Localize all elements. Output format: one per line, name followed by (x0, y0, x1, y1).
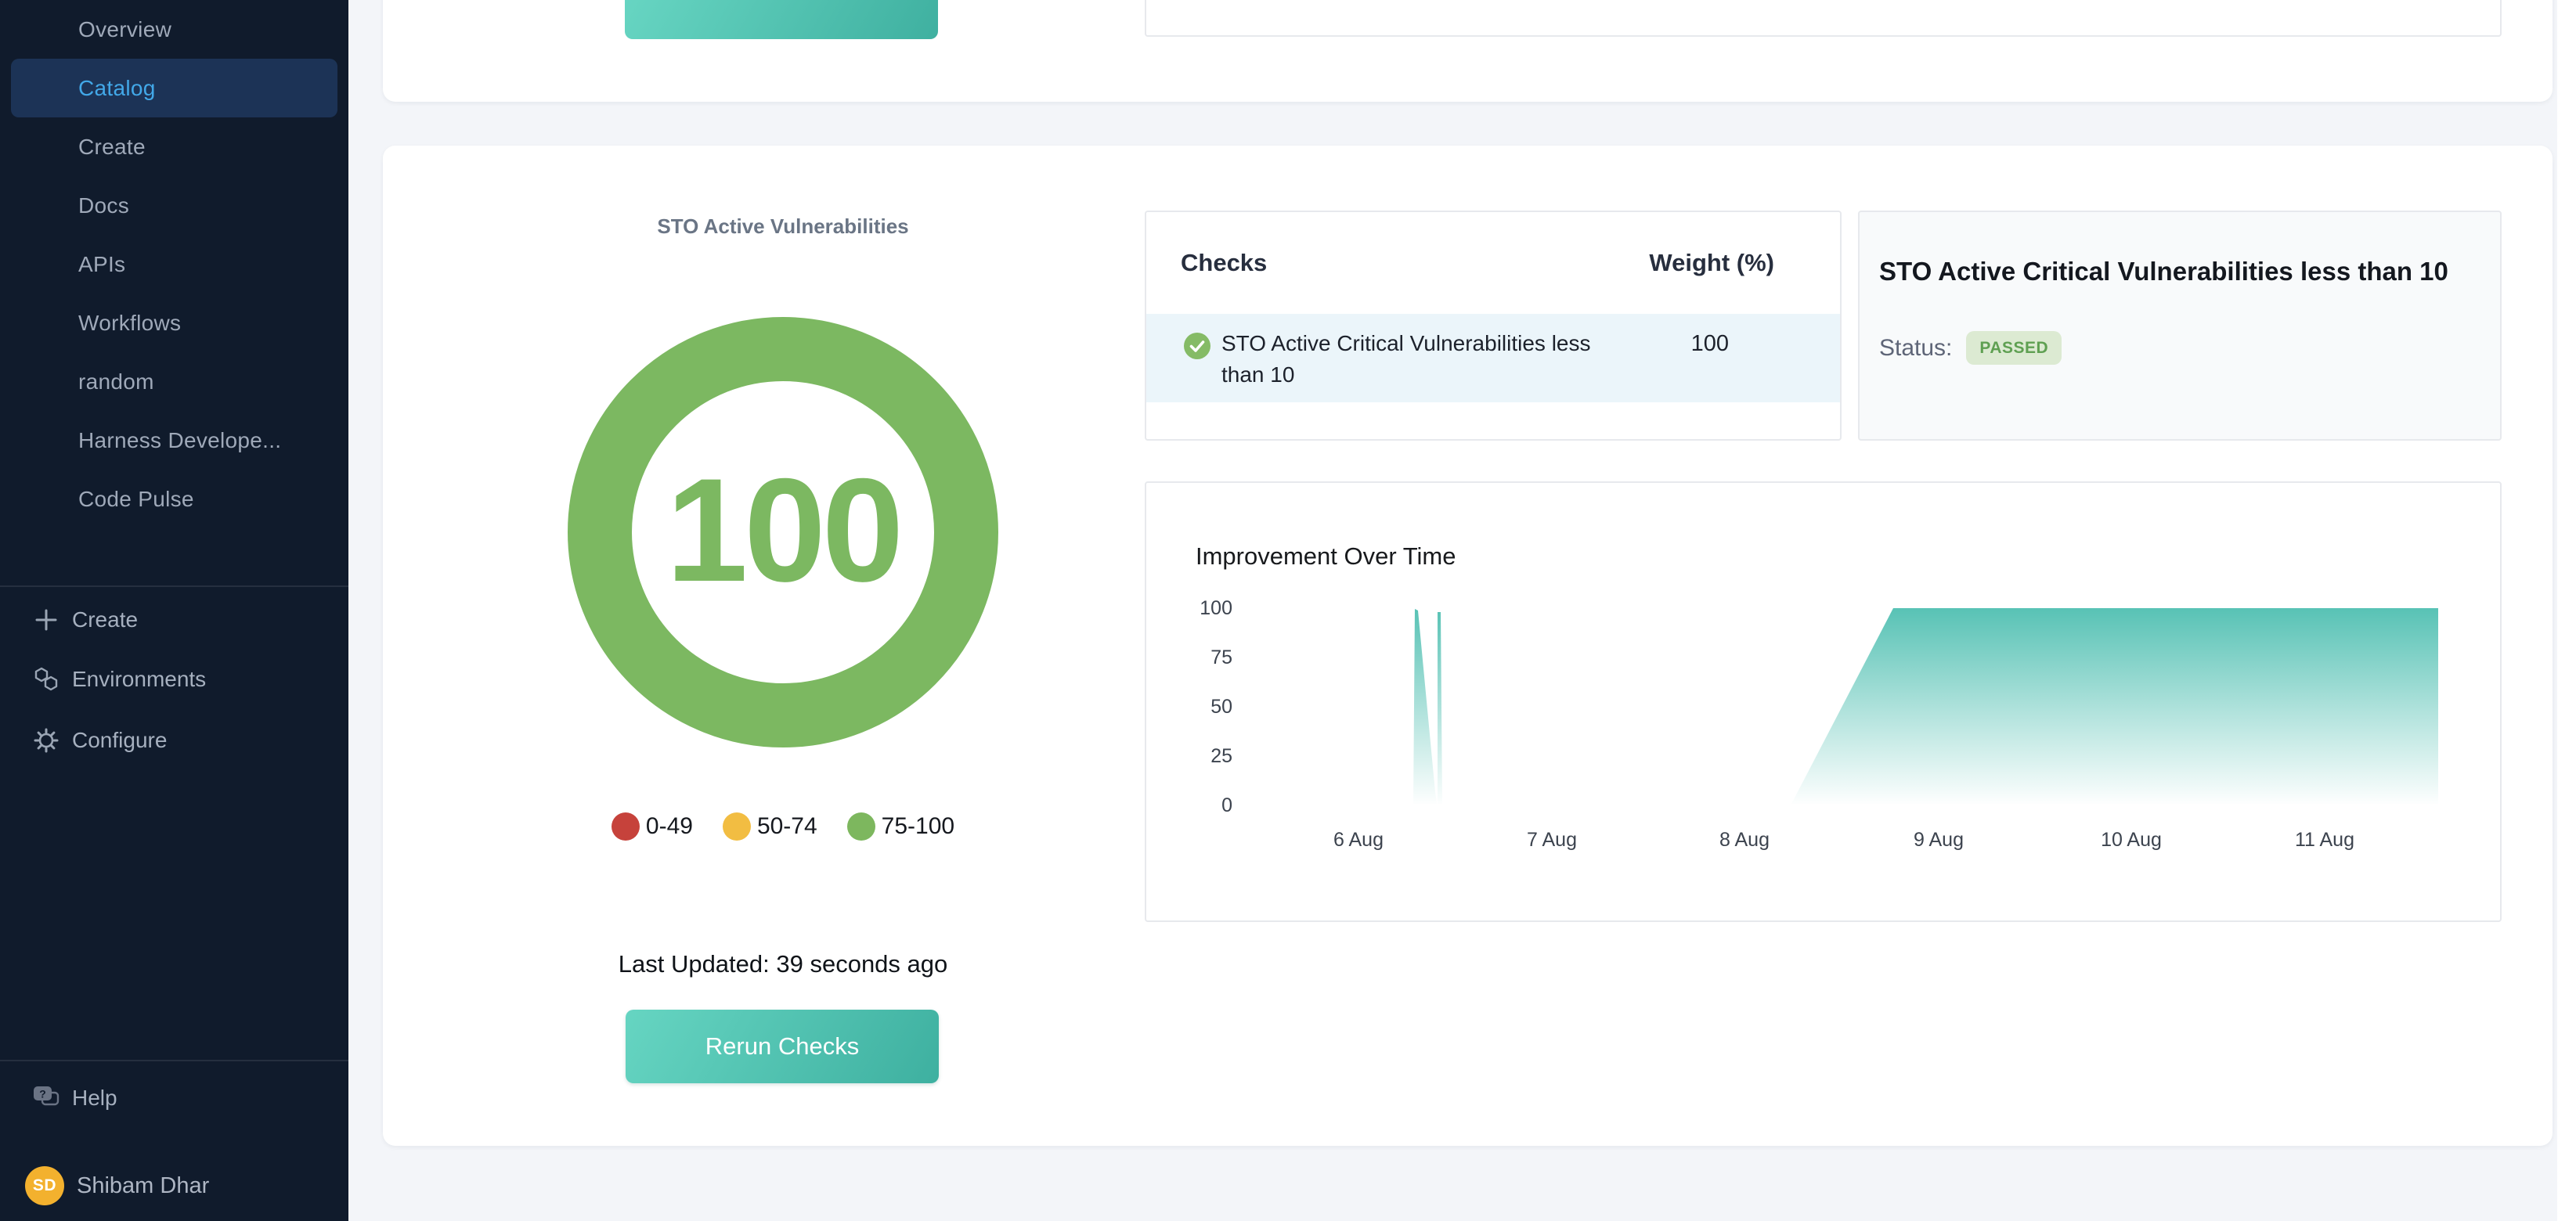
user-menu[interactable]: SD Shibam Dhar (0, 1156, 348, 1216)
sidebar-nav: Overview Catalog Create Docs APIs Workfl… (0, 0, 348, 528)
improvement-chart-panel: Improvement Over Time 100 75 50 25 0 6 A… (1145, 481, 2502, 922)
sidebar-item-label: Harness Develope... (78, 428, 281, 453)
legend-item-low: 0-49 (612, 812, 693, 841)
check-name: STO Active Critical Vulnerabilities less… (1221, 328, 1627, 391)
area-plateau (1791, 608, 2438, 804)
sidebar-action-label: Environments (72, 667, 206, 692)
status-row: Status: PASSED (1879, 331, 2062, 365)
area-chart-plot (1234, 603, 2487, 809)
sidebar-action-label: Create (72, 607, 138, 632)
legend-item-medium: 50-74 (723, 812, 817, 841)
y-axis-tick: 50 (1157, 695, 1232, 719)
sidebar-action-configure[interactable]: Configure (0, 711, 348, 770)
sidebar-item-label: Catalog (78, 76, 156, 101)
sidebar-action-environments[interactable]: Environments (0, 650, 348, 709)
user-name: Shibam Dhar (77, 1173, 209, 1199)
legend-label: 50-74 (757, 813, 817, 840)
rerun-checks-label: Rerun Checks (705, 1032, 859, 1061)
checks-panel: Checks Weight (%) STO Active Critical Vu… (1145, 211, 1842, 441)
legend-label: 75-100 (882, 813, 954, 840)
score-gauge: 100 (568, 317, 998, 747)
gauge-title: STO Active Vulnerabilities (548, 214, 1018, 239)
svg-text:?: ? (39, 1088, 46, 1100)
sidebar-item-harness-developer[interactable]: Harness Develope... (11, 411, 337, 470)
area-spike-2 (1438, 612, 1442, 804)
status-badge: PASSED (1966, 331, 2062, 365)
x-axis-tick: 10 Aug (2076, 828, 2186, 852)
scorecard-card: STO Active Vulnerabilities 100 0-49 50-7… (383, 146, 2553, 1146)
sidebar-item-label: Docs (78, 193, 129, 218)
y-axis-tick: 75 (1157, 646, 1232, 669)
weight-column-header: Weight (%) (1649, 249, 1774, 277)
check-weight-value: 100 (1627, 328, 1793, 357)
previous-panel-fragment (1145, 0, 2502, 37)
sidebar-item-code-pulse[interactable]: Code Pulse (11, 470, 337, 528)
sidebar-action-label: Configure (72, 728, 167, 753)
checks-column-header: Checks (1181, 249, 1267, 277)
y-axis-tick: 0 (1157, 794, 1232, 817)
x-axis-tick: 6 Aug (1304, 828, 1413, 852)
sidebar-item-label: Code Pulse (78, 487, 194, 512)
checks-table-header: Checks Weight (%) (1146, 212, 1840, 314)
chart-title: Improvement Over Time (1196, 542, 1456, 571)
x-axis-tick: 11 Aug (2270, 828, 2379, 852)
legend-label: 0-49 (646, 813, 693, 840)
sidebar-item-label: random (78, 369, 154, 394)
check-detail-title: STO Active Critical Vulnerabilities less… (1879, 257, 2474, 286)
y-axis-tick: 25 (1157, 744, 1232, 768)
gear-icon (31, 726, 61, 755)
rerun-checks-button[interactable]: Rerun Checks (626, 1010, 939, 1083)
sidebar: Overview Catalog Create Docs APIs Workfl… (0, 0, 348, 1221)
check-table-row[interactable]: STO Active Critical Vulnerabilities less… (1146, 314, 1840, 402)
hexagons-icon (31, 665, 61, 694)
scrollbar-track[interactable] (2557, 0, 2576, 1221)
sidebar-item-label: Create (78, 135, 146, 160)
status-label: Status: (1879, 335, 1952, 362)
plus-icon (31, 605, 61, 635)
sidebar-help-label: Help (72, 1086, 117, 1111)
sidebar-item-label: Overview (78, 17, 171, 42)
check-detail-panel: STO Active Critical Vulnerabilities less… (1858, 211, 2502, 441)
sidebar-item-catalog[interactable]: Catalog (11, 59, 337, 117)
sidebar-item-docs[interactable]: Docs (11, 176, 337, 235)
previous-rerun-button-fragment[interactable] (625, 0, 938, 39)
score-legend: 0-49 50-74 75-100 (548, 812, 1018, 841)
previous-scorecard-card (383, 0, 2553, 102)
score-value: 100 (666, 456, 900, 603)
last-updated-text: Last Updated: 39 seconds ago (548, 950, 1018, 978)
sidebar-action-create[interactable]: Create (0, 590, 348, 650)
y-axis-tick: 100 (1157, 596, 1232, 620)
sidebar-item-overview[interactable]: Overview (11, 0, 337, 59)
avatar-initials: SD (33, 1176, 56, 1195)
x-axis-tick: 8 Aug (1690, 828, 1799, 852)
legend-item-high: 75-100 (847, 812, 954, 841)
x-axis-tick: 7 Aug (1497, 828, 1607, 852)
green-dot-icon (847, 812, 875, 841)
x-axis-tick: 9 Aug (1884, 828, 1993, 852)
area-spike-1 (1413, 609, 1437, 804)
sidebar-help[interactable]: ? Help (0, 1068, 348, 1128)
sidebar-item-random[interactable]: random (11, 352, 337, 411)
sidebar-item-label: APIs (78, 252, 125, 277)
red-dot-icon (612, 812, 640, 841)
sidebar-item-workflows[interactable]: Workflows (11, 294, 337, 352)
sidebar-item-label: Workflows (78, 311, 181, 336)
yellow-dot-icon (723, 812, 751, 841)
avatar: SD (25, 1166, 64, 1205)
sidebar-divider (0, 1060, 348, 1061)
sidebar-item-create[interactable]: Create (11, 117, 337, 176)
help-chat-icon: ? (31, 1083, 61, 1113)
sidebar-divider (0, 585, 348, 587)
check-circle-icon (1184, 333, 1210, 359)
sidebar-item-apis[interactable]: APIs (11, 235, 337, 294)
